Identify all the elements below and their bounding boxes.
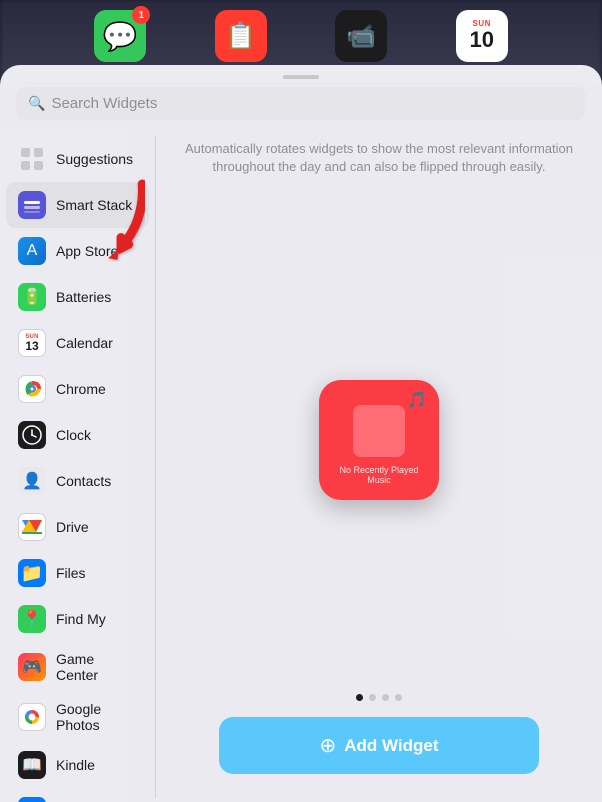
sidebar-item-mail[interactable]: ✉️ Mail — [6, 788, 149, 802]
search-bar[interactable]: 🔍 Search Widgets — [16, 87, 586, 120]
sidebar-item-contacts[interactable]: 👤 Contacts — [6, 458, 149, 504]
panel-content: Suggestions Smart Stack A App Sto — [0, 132, 602, 802]
kindle-icon: 📖 — [18, 751, 46, 779]
kindle-label: Kindle — [56, 757, 95, 773]
game-center-icon: 🎮 — [18, 653, 46, 681]
widget-preview-area: 🎵 No Recently Played Music — [319, 196, 439, 684]
calendar-icon: SUN 13 — [18, 329, 46, 357]
bg-icon-calendar: SUN 10 — [456, 10, 508, 62]
sidebar-item-app-store[interactable]: A App Store — [6, 228, 149, 274]
chrome-icon — [18, 375, 46, 403]
bg-icon-reminders: 📋 — [215, 10, 267, 62]
messages-badge: 1 — [132, 6, 150, 24]
search-placeholder: Search Widgets — [51, 95, 157, 112]
chrome-label: Chrome — [56, 381, 106, 397]
batteries-label: Batteries — [56, 289, 111, 305]
files-label: Files — [56, 565, 86, 581]
sidebar-item-files[interactable]: 📁 Files — [6, 550, 149, 596]
contacts-label: Contacts — [56, 473, 111, 489]
smart-stack-label: Smart Stack — [56, 197, 132, 213]
sidebar-item-kindle[interactable]: 📖 Kindle — [6, 742, 149, 788]
bg-icon-messages: 💬 1 — [94, 10, 146, 62]
widget-panel: 🔍 Search Widgets Suggestions — [0, 65, 602, 802]
background-icons: 💬 1 📋 📹 SUN 10 — [0, 10, 602, 62]
sidebar-item-game-center[interactable]: 🎮 Game Center — [6, 642, 149, 692]
search-icon: 🔍 — [28, 95, 45, 112]
mail-icon: ✉️ — [18, 797, 46, 802]
sidebar-item-calendar[interactable]: SUN 13 Calendar — [6, 320, 149, 366]
music-widget: 🎵 No Recently Played Music — [319, 380, 439, 500]
sidebar-item-batteries[interactable]: 🔋 Batteries — [6, 274, 149, 320]
main-content-area: Automatically rotates widgets to show th… — [156, 132, 602, 802]
dot-2 — [369, 694, 376, 701]
google-photos-label: Google Photos — [56, 701, 137, 733]
album-art — [353, 405, 405, 457]
drive-label: Drive — [56, 519, 89, 535]
app-store-label: App Store — [56, 243, 118, 259]
google-photos-icon — [18, 703, 46, 731]
batteries-icon: 🔋 — [18, 283, 46, 311]
sidebar-item-google-photos[interactable]: Google Photos — [6, 692, 149, 742]
add-widget-label: Add Widget — [344, 736, 438, 756]
widget-description: Automatically rotates widgets to show th… — [172, 140, 586, 176]
panel-handle — [283, 75, 319, 79]
music-note-icon: 🎵 — [407, 390, 427, 410]
calendar-label: Calendar — [56, 335, 113, 351]
sidebar-item-clock[interactable]: Clock — [6, 412, 149, 458]
dot-3 — [382, 694, 389, 701]
sidebar-item-find-my[interactable]: 📍 Find My — [6, 596, 149, 642]
find-my-icon: 📍 — [18, 605, 46, 633]
clock-icon — [18, 421, 46, 449]
page-dots — [356, 694, 402, 701]
sidebar-item-suggestions[interactable]: Suggestions — [6, 136, 149, 182]
game-center-label: Game Center — [56, 651, 137, 683]
dot-4 — [395, 694, 402, 701]
add-widget-button[interactable]: ⊕ Add Widget — [219, 717, 539, 774]
widget-no-music-text: No Recently Played Music — [329, 465, 429, 485]
clock-label: Clock — [56, 427, 91, 443]
dot-1 — [356, 694, 363, 701]
bg-icon-facetime: 📹 — [335, 10, 387, 62]
sidebar-item-chrome[interactable]: Chrome — [6, 366, 149, 412]
suggestions-icon — [18, 145, 46, 173]
drive-icon — [18, 513, 46, 541]
suggestions-label: Suggestions — [56, 151, 133, 167]
files-icon: 📁 — [18, 559, 46, 587]
sidebar-item-smart-stack[interactable]: Smart Stack — [6, 182, 149, 228]
find-my-label: Find My — [56, 611, 106, 627]
add-icon: ⊕ — [319, 733, 336, 758]
sidebar: Suggestions Smart Stack A App Sto — [0, 132, 155, 802]
contacts-icon: 👤 — [18, 467, 46, 495]
sidebar-item-drive[interactable]: Drive — [6, 504, 149, 550]
app-store-icon: A — [18, 237, 46, 265]
smart-stack-icon — [18, 191, 46, 219]
